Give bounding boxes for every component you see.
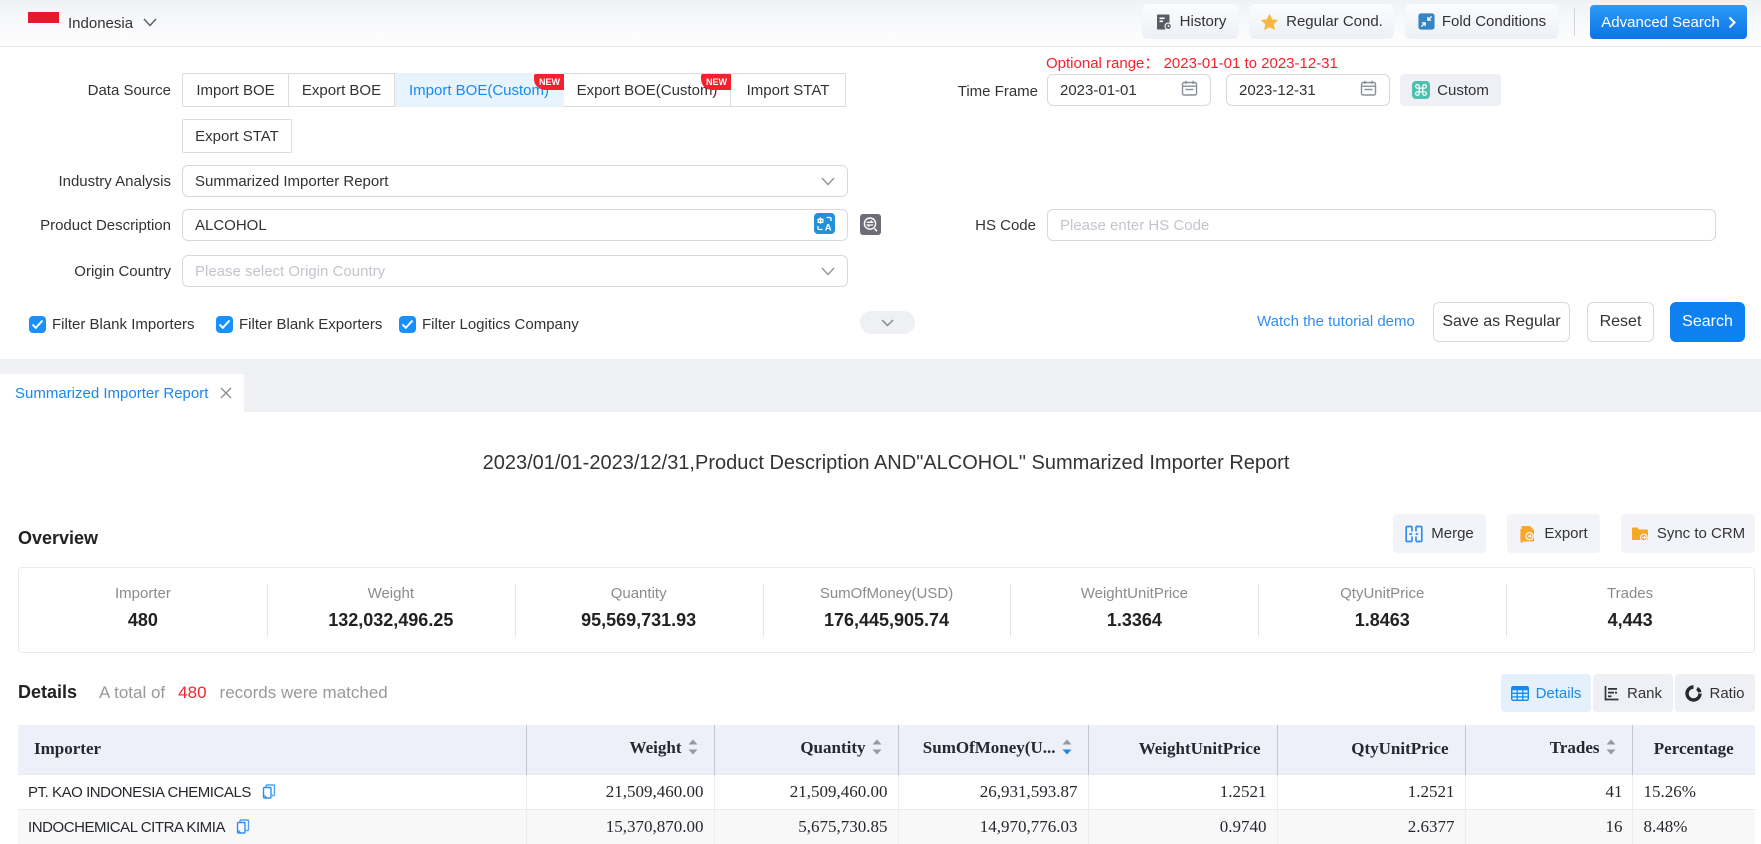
svg-text:A: A <box>825 222 832 233</box>
